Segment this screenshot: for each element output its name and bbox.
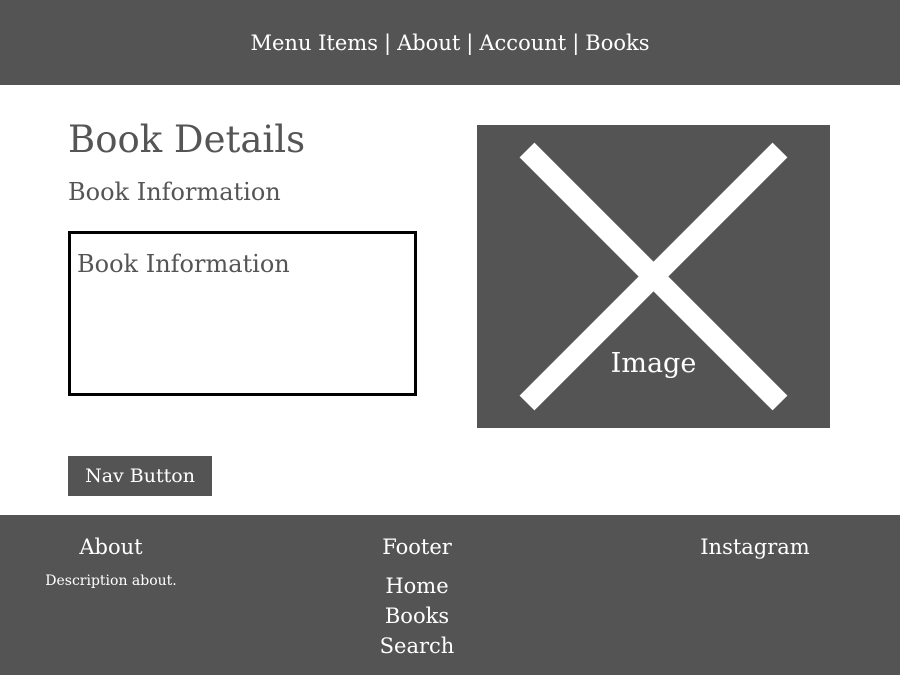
book-information-text: Book Information (77, 250, 290, 278)
section-subtitle: Book Information (68, 178, 281, 206)
nav-separator: | (466, 30, 474, 55)
footer-instagram-link[interactable]: Instagram (690, 535, 820, 559)
image-placeholder: Image (477, 125, 830, 428)
footer-link-books[interactable]: Books (357, 601, 477, 631)
nav-link-books[interactable]: Books (585, 31, 649, 55)
book-information-box: Book Information (68, 231, 417, 396)
footer-link-home[interactable]: Home (357, 571, 477, 601)
site-footer: About Description about. Footer Home Boo… (0, 515, 900, 675)
footer-link-search[interactable]: Search (357, 631, 477, 661)
footer-title: Footer (382, 535, 452, 559)
footer-about-description: Description about. (45, 573, 177, 589)
footer-links: Home Books Search (357, 571, 477, 661)
image-label: Image (610, 348, 697, 379)
nav-separator: | (384, 30, 392, 55)
nav-link-menu-items[interactable]: Menu Items (250, 31, 378, 55)
page-title: Book Details (68, 118, 306, 161)
nav-button[interactable]: Nav Button (68, 456, 212, 496)
image-placeholder-icon (519, 142, 788, 411)
main-nav: Menu Items | About | Account | Books (250, 31, 649, 55)
site-header: Menu Items | About | Account | Books (0, 0, 900, 85)
nav-separator: | (572, 30, 580, 55)
nav-link-about[interactable]: About (397, 31, 460, 55)
nav-link-account[interactable]: Account (479, 31, 566, 55)
footer-about-title: About (79, 535, 143, 559)
